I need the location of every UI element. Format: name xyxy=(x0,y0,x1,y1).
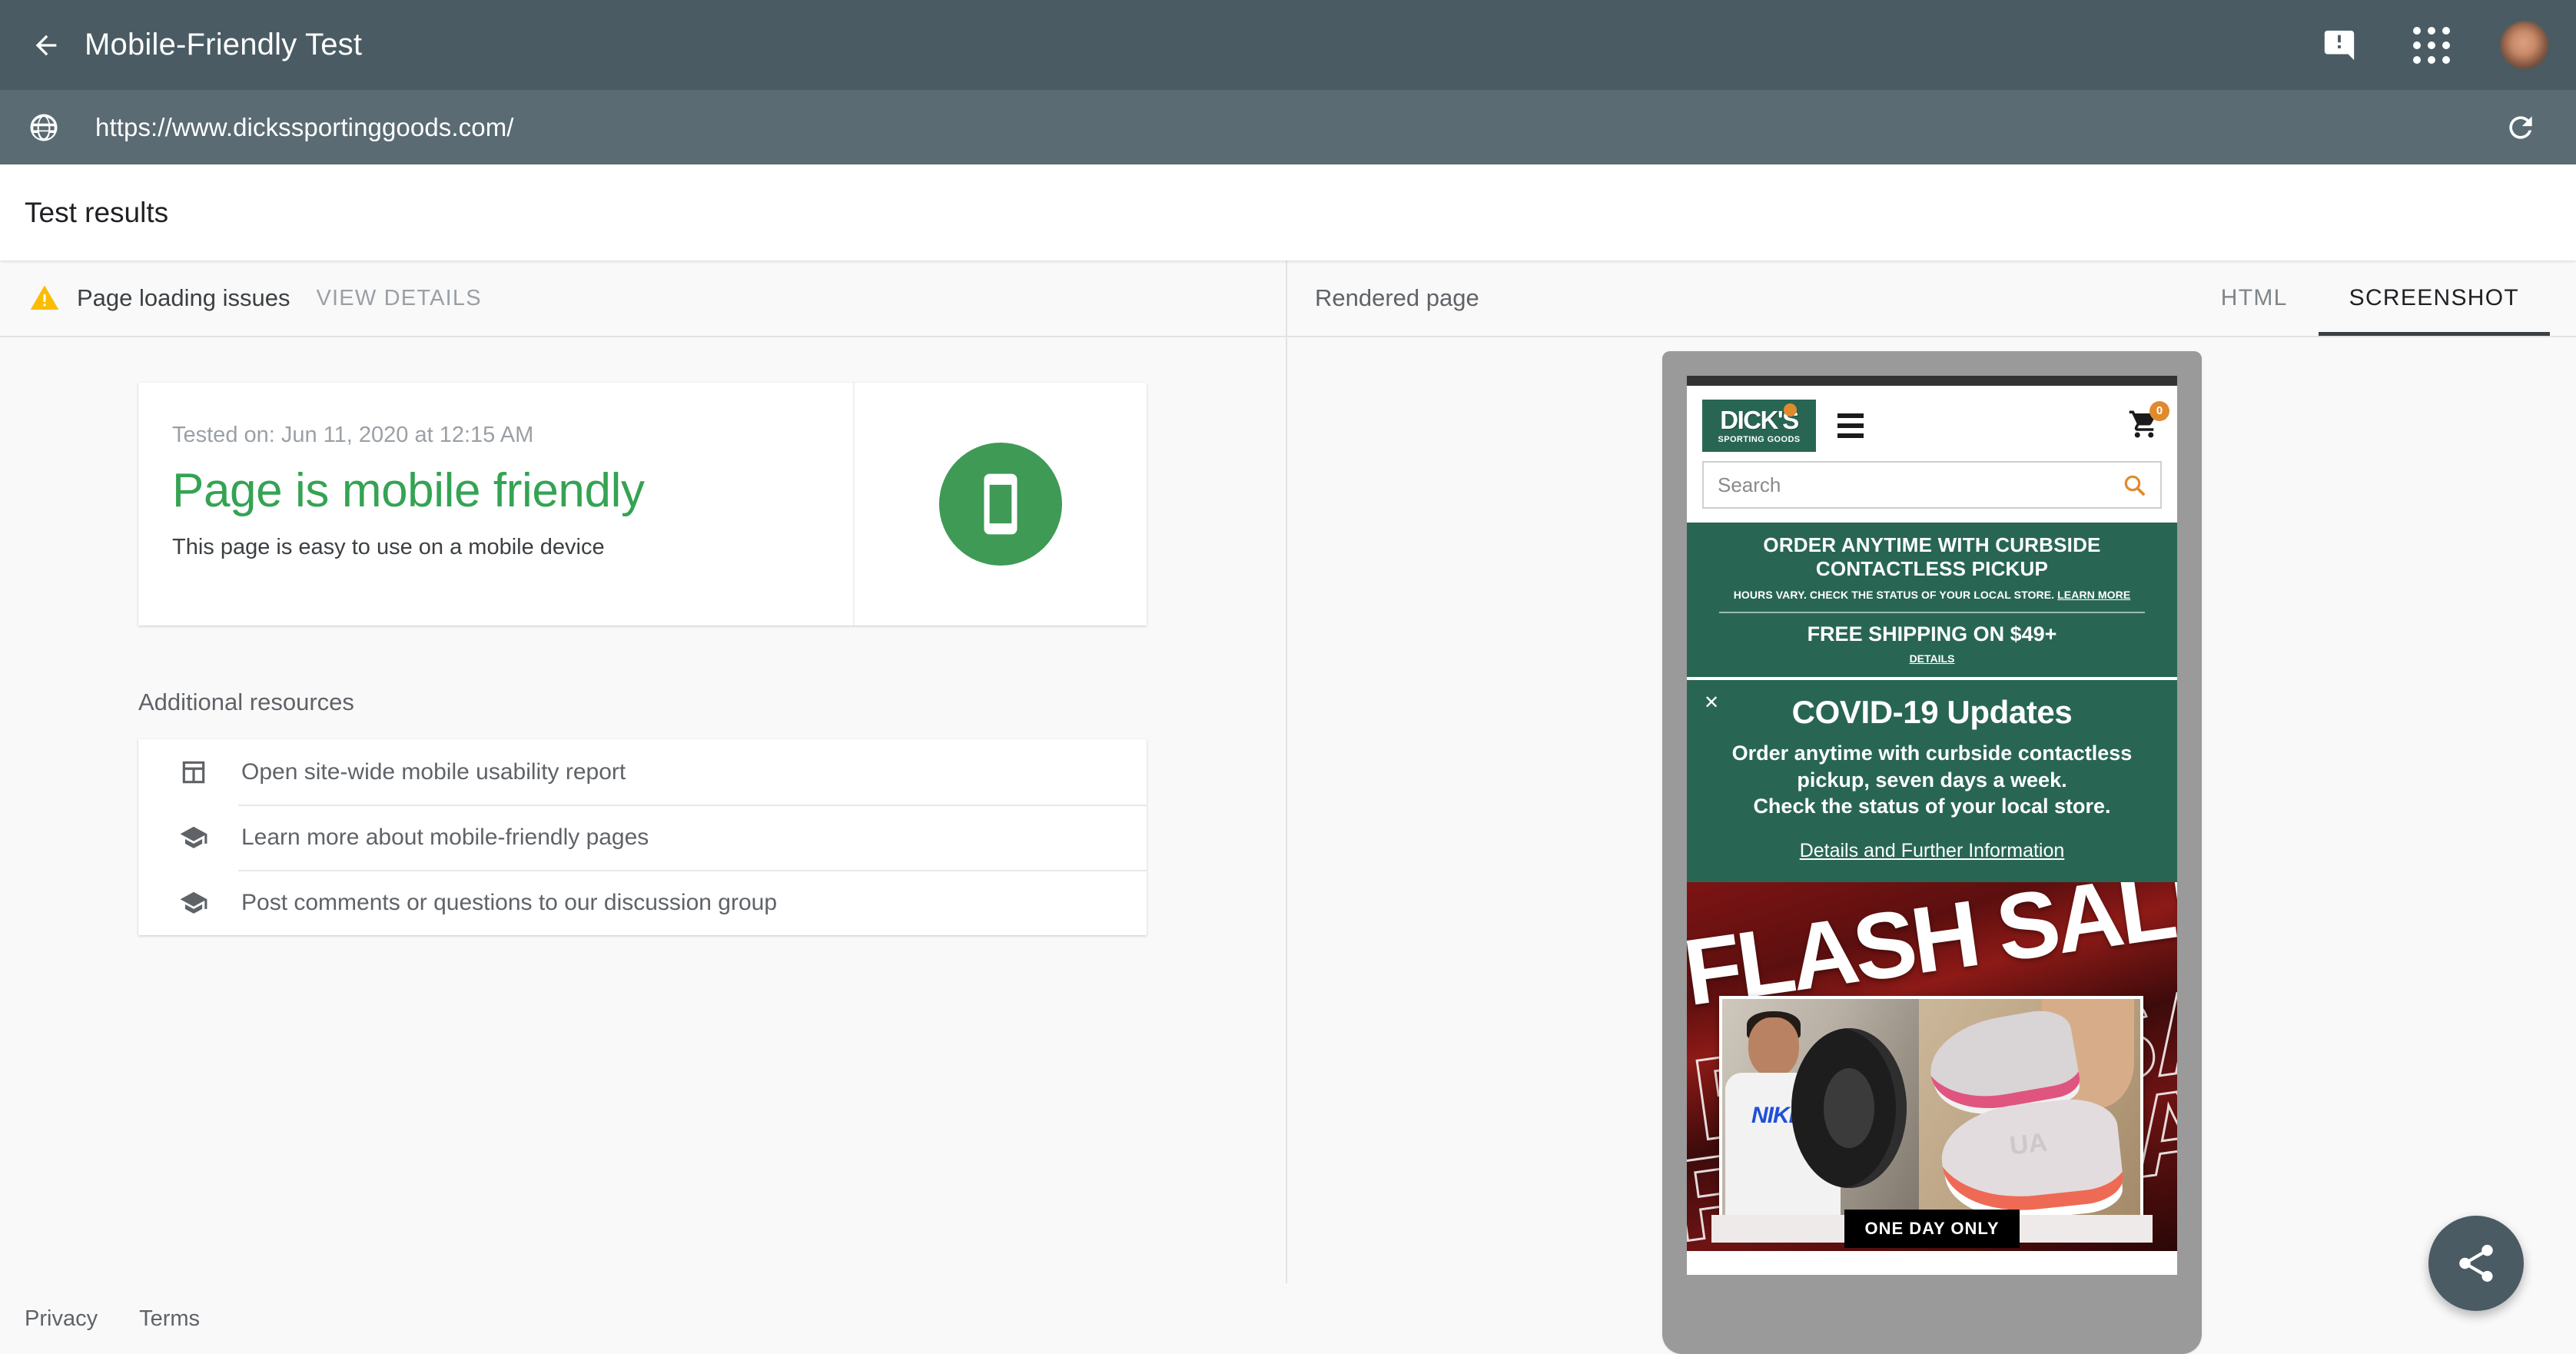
promo-subline-text: HOURS VARY. CHECK THE STATUS OF YOUR LOC… xyxy=(1734,589,2054,601)
promo-subline: HOURS VARY. CHECK THE STATUS OF YOUR LOC… xyxy=(1704,589,2160,601)
dicks-logo[interactable]: DICK'S SPORTING GOODS xyxy=(1702,400,1816,452)
globe-icon xyxy=(28,111,60,144)
site-header-row: DICK'S SPORTING GOODS xyxy=(1702,398,2162,453)
phone-frame: DICK'S SPORTING GOODS xyxy=(1662,351,2202,1354)
report-dashboard-icon xyxy=(171,758,217,787)
resources-list: Open site-wide mobile usability report L… xyxy=(138,739,1147,935)
view-details-button[interactable]: VIEW DETAILS xyxy=(316,286,481,311)
basketball-icon xyxy=(1784,403,1797,416)
hero-bottom-strip: ONE DAY ONLY xyxy=(1687,1206,2177,1251)
list-item-label: Learn more about mobile-friendly pages xyxy=(241,825,649,851)
reload-button[interactable] xyxy=(2499,106,2542,149)
promo-banner: ORDER ANYTIME WITH CURBSIDE CONTACTLESS … xyxy=(1687,523,2177,677)
list-item-label: Post comments or questions to our discus… xyxy=(241,890,777,916)
feedback-icon xyxy=(2322,28,2357,63)
resources-heading: Additional resources xyxy=(138,689,1286,716)
panels-container: Page loading issues VIEW DETAILS Tested … xyxy=(0,261,2576,1354)
left-body: Tested on: Jun 11, 2020 at 12:15 AM Page… xyxy=(0,337,1286,935)
hero-bar-right xyxy=(2020,1215,2153,1243)
athlete-head xyxy=(1748,1017,1799,1077)
cart-button[interactable]: 0 xyxy=(2126,408,2162,444)
covid-banner: ✕ COVID-19 Updates Order anytime with cu… xyxy=(1687,680,2177,882)
avatar[interactable] xyxy=(2501,22,2548,69)
google-apps-grid-icon xyxy=(2413,27,2450,64)
covid-heading: COVID-19 Updates xyxy=(1707,694,2157,731)
result-status-icon-box xyxy=(855,383,1147,626)
screen-status-bar xyxy=(1687,376,2177,386)
reload-icon xyxy=(2504,111,2538,144)
tire-prop xyxy=(1791,1028,1907,1188)
under-armour-logo-text: UA xyxy=(2008,1128,2049,1162)
rendered-page-label: Rendered page xyxy=(1315,284,1479,312)
privacy-link[interactable]: Privacy xyxy=(25,1306,98,1332)
promo-shipping: FREE SHIPPING ON $49+ xyxy=(1704,622,2160,646)
hero-bar-left xyxy=(1711,1215,1844,1243)
phone-screen: DICK'S SPORTING GOODS xyxy=(1687,376,2177,1275)
list-item[interactable]: Open site-wide mobile usability report xyxy=(138,739,1147,805)
phone-preview: DICK'S SPORTING GOODS xyxy=(1662,351,2202,1354)
issues-bar: Page loading issues VIEW DETAILS xyxy=(0,261,1286,337)
terms-link[interactable]: Terms xyxy=(139,1306,200,1332)
footer: Privacy Terms xyxy=(0,1283,1287,1354)
promo-divider xyxy=(1719,612,2145,613)
issue-label: Page loading issues xyxy=(77,284,290,312)
hero-photo-shoes: UA xyxy=(1919,999,2140,1223)
covid-line-3: Check the status of your local store. xyxy=(1707,793,2157,820)
feedback-button[interactable] xyxy=(2316,22,2362,68)
result-card-text: Tested on: Jun 11, 2020 at 12:15 AM Page… xyxy=(138,383,855,626)
url-text[interactable]: https://www.dickssportinggoods.com/ xyxy=(95,113,2499,142)
logo-sub-text: SPORTING GOODS xyxy=(1718,435,1800,444)
result-card: Tested on: Jun 11, 2020 at 12:15 AM Page… xyxy=(138,383,1147,626)
left-panel: Page loading issues VIEW DETAILS Tested … xyxy=(0,261,1287,1354)
status-badge xyxy=(939,443,1062,566)
promo-learn-more-link[interactable]: LEARN MORE xyxy=(2057,589,2130,601)
covid-line-2: pickup, seven days a week. xyxy=(1707,767,2157,794)
graduation-cap-icon xyxy=(171,888,217,918)
covid-details-link[interactable]: Details and Further Information xyxy=(1800,840,2065,862)
one-day-only-badge: ONE DAY ONLY xyxy=(1844,1210,2019,1248)
list-item-label: Open site-wide mobile usability report xyxy=(241,759,626,785)
promo-details-link[interactable]: DETAILS xyxy=(1704,652,2160,665)
mobile-phone-icon xyxy=(968,471,1034,537)
hamburger-menu-icon[interactable] xyxy=(1837,413,1864,438)
rendered-page-bar: Rendered page HTML SCREENSHOT xyxy=(1287,261,2576,337)
tab-html[interactable]: HTML xyxy=(2190,261,2319,336)
warning-triangle-icon xyxy=(29,283,60,314)
share-icon xyxy=(2454,1241,2498,1286)
share-button[interactable] xyxy=(2428,1216,2524,1311)
tab-screenshot[interactable]: SCREENSHOT xyxy=(2319,261,2550,336)
url-bar: https://www.dickssportinggoods.com/ xyxy=(0,90,2576,164)
arrow-back-icon xyxy=(31,30,61,61)
hero-flash-sale[interactable]: FLASH SALE FLASH SALE FLASH SALE NIKE xyxy=(1687,882,2177,1251)
results-title: Test results xyxy=(25,197,168,229)
close-x-icon[interactable]: ✕ xyxy=(1704,694,1719,712)
search-magnifier-icon xyxy=(2122,473,2146,497)
page-title: Mobile-Friendly Test xyxy=(85,28,362,62)
site-header: DICK'S SPORTING GOODS xyxy=(1687,386,2177,523)
search-input[interactable]: Search xyxy=(1702,461,2162,509)
right-panel: Rendered page HTML SCREENSHOT xyxy=(1287,261,2576,1354)
covid-line-1: Order anytime with curbside contactless xyxy=(1707,740,2157,767)
list-item[interactable]: Learn more about mobile-friendly pages xyxy=(138,805,1147,870)
tested-on-timestamp: Tested on: Jun 11, 2020 at 12:15 AM xyxy=(172,423,853,448)
list-item[interactable]: Post comments or questions to our discus… xyxy=(138,870,1147,935)
hero-photo-athlete: NIKE xyxy=(1722,999,1919,1223)
back-button[interactable] xyxy=(25,24,68,67)
verdict-headline: Page is mobile friendly xyxy=(172,463,853,518)
globe-icon-wrap xyxy=(23,107,65,148)
top-app-bar: Mobile-Friendly Test xyxy=(0,0,2576,90)
google-apps-button[interactable] xyxy=(2408,22,2455,68)
search-placeholder: Search xyxy=(1718,473,2122,497)
graduation-cap-icon xyxy=(171,823,217,852)
hero-photo-collage: NIKE UA xyxy=(1719,996,2143,1226)
cart-count-badge: 0 xyxy=(2149,401,2169,421)
mobile-friendly-test-app: Mobile-Friendly Test https://www.dickssp… xyxy=(0,0,2576,1354)
view-tabs: HTML SCREENSHOT xyxy=(2190,261,2576,336)
results-header: Test results xyxy=(0,164,2576,261)
verdict-subtext: This page is easy to use on a mobile dev… xyxy=(172,535,853,560)
promo-headline: ORDER ANYTIME WITH CURBSIDE CONTACTLESS … xyxy=(1704,533,2160,580)
